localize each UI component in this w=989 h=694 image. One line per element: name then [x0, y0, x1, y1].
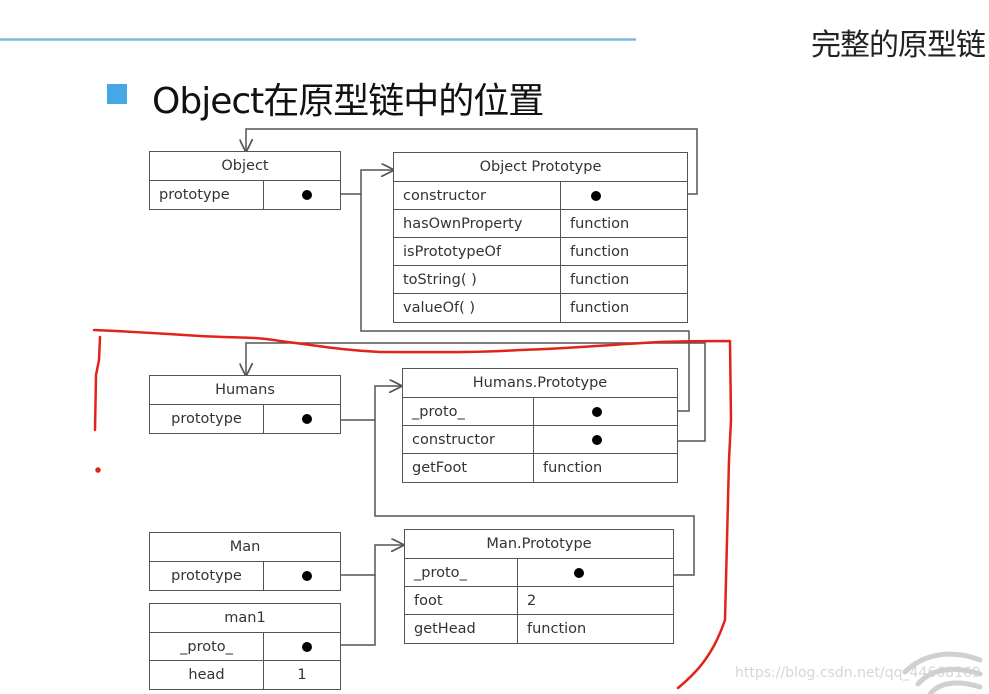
red-annotation-dot	[95, 467, 101, 473]
table-row: isPrototypeOf function	[394, 238, 687, 266]
row-value	[534, 398, 677, 425]
table-row: toString( ) function	[394, 266, 687, 294]
row-value: 1	[297, 667, 307, 683]
box-title: Object Prototype	[394, 153, 687, 182]
box-man1: man1 _proto_ head 1	[149, 603, 341, 690]
row-key: constructor	[403, 426, 534, 453]
row-key: _proto_	[150, 633, 264, 660]
row-value: function	[543, 460, 603, 476]
row-key: _proto_	[403, 398, 534, 425]
row-key: getHead	[405, 615, 518, 643]
table-row: getFoot function	[403, 454, 677, 482]
row-value: function	[570, 272, 630, 288]
row-value	[264, 181, 340, 209]
row-key: prototype	[150, 562, 264, 590]
box-humans: Humans prototype	[149, 375, 341, 434]
row-value	[561, 182, 687, 209]
row-value	[264, 562, 340, 590]
box-humans-prototype: Humans.Prototype _proto_ constructor get…	[402, 368, 678, 483]
row-value	[518, 559, 673, 586]
pointer-dot-icon	[302, 642, 312, 652]
box-title: Humans.Prototype	[403, 369, 677, 398]
red-annotation-left-stroke	[93, 335, 102, 432]
row-key: getFoot	[403, 454, 534, 482]
row-key: constructor	[394, 182, 561, 209]
pointer-dot-icon	[574, 568, 584, 578]
row-value: function	[570, 300, 630, 316]
box-title: Man	[150, 533, 340, 562]
row-value	[264, 405, 340, 433]
row-value: function	[570, 244, 630, 260]
table-row: prototype	[150, 181, 340, 209]
table-row: head 1	[150, 661, 340, 689]
row-key: valueOf( )	[394, 294, 561, 322]
row-key: prototype	[150, 405, 264, 433]
table-row: prototype	[150, 405, 340, 433]
table-row: prototype	[150, 562, 340, 590]
pointer-dot-icon	[302, 571, 312, 581]
row-key: _proto_	[405, 559, 518, 586]
box-title: man1	[150, 604, 340, 633]
table-row: _proto_	[405, 559, 673, 587]
pointer-dot-icon	[302, 414, 312, 424]
row-key: head	[150, 661, 264, 689]
table-row: getHead function	[405, 615, 673, 643]
pointer-dot-icon	[591, 191, 601, 201]
pointer-dot-icon	[592, 435, 602, 445]
box-title: Object	[150, 152, 340, 181]
box-man: Man prototype	[149, 532, 341, 591]
row-key: prototype	[150, 181, 264, 209]
table-row: foot 2	[405, 587, 673, 615]
row-value: function	[570, 216, 630, 232]
row-value	[264, 633, 340, 660]
box-object-prototype: Object Prototype constructor hasOwnPrope…	[393, 152, 688, 323]
table-row: valueOf( ) function	[394, 294, 687, 322]
table-row: constructor	[394, 182, 687, 210]
box-title: Man.Prototype	[405, 530, 673, 559]
watermark-logo-icon	[902, 651, 983, 694]
row-key: isPrototypeOf	[394, 238, 561, 265]
row-value	[534, 426, 677, 453]
table-row: hasOwnProperty function	[394, 210, 687, 238]
table-row: _proto_	[150, 633, 340, 661]
row-key: hasOwnProperty	[394, 210, 561, 237]
row-value: 2	[527, 593, 537, 609]
row-value: function	[527, 621, 587, 637]
table-row: constructor	[403, 426, 677, 454]
box-title: Humans	[150, 376, 340, 405]
row-key: foot	[405, 587, 518, 614]
row-key: toString( )	[394, 266, 561, 293]
table-row: _proto_	[403, 398, 677, 426]
pointer-dot-icon	[592, 407, 602, 417]
box-man-prototype: Man.Prototype _proto_ foot 2 getHead fun…	[404, 529, 674, 644]
pointer-dot-icon	[302, 190, 312, 200]
box-object: Object prototype	[149, 151, 341, 210]
